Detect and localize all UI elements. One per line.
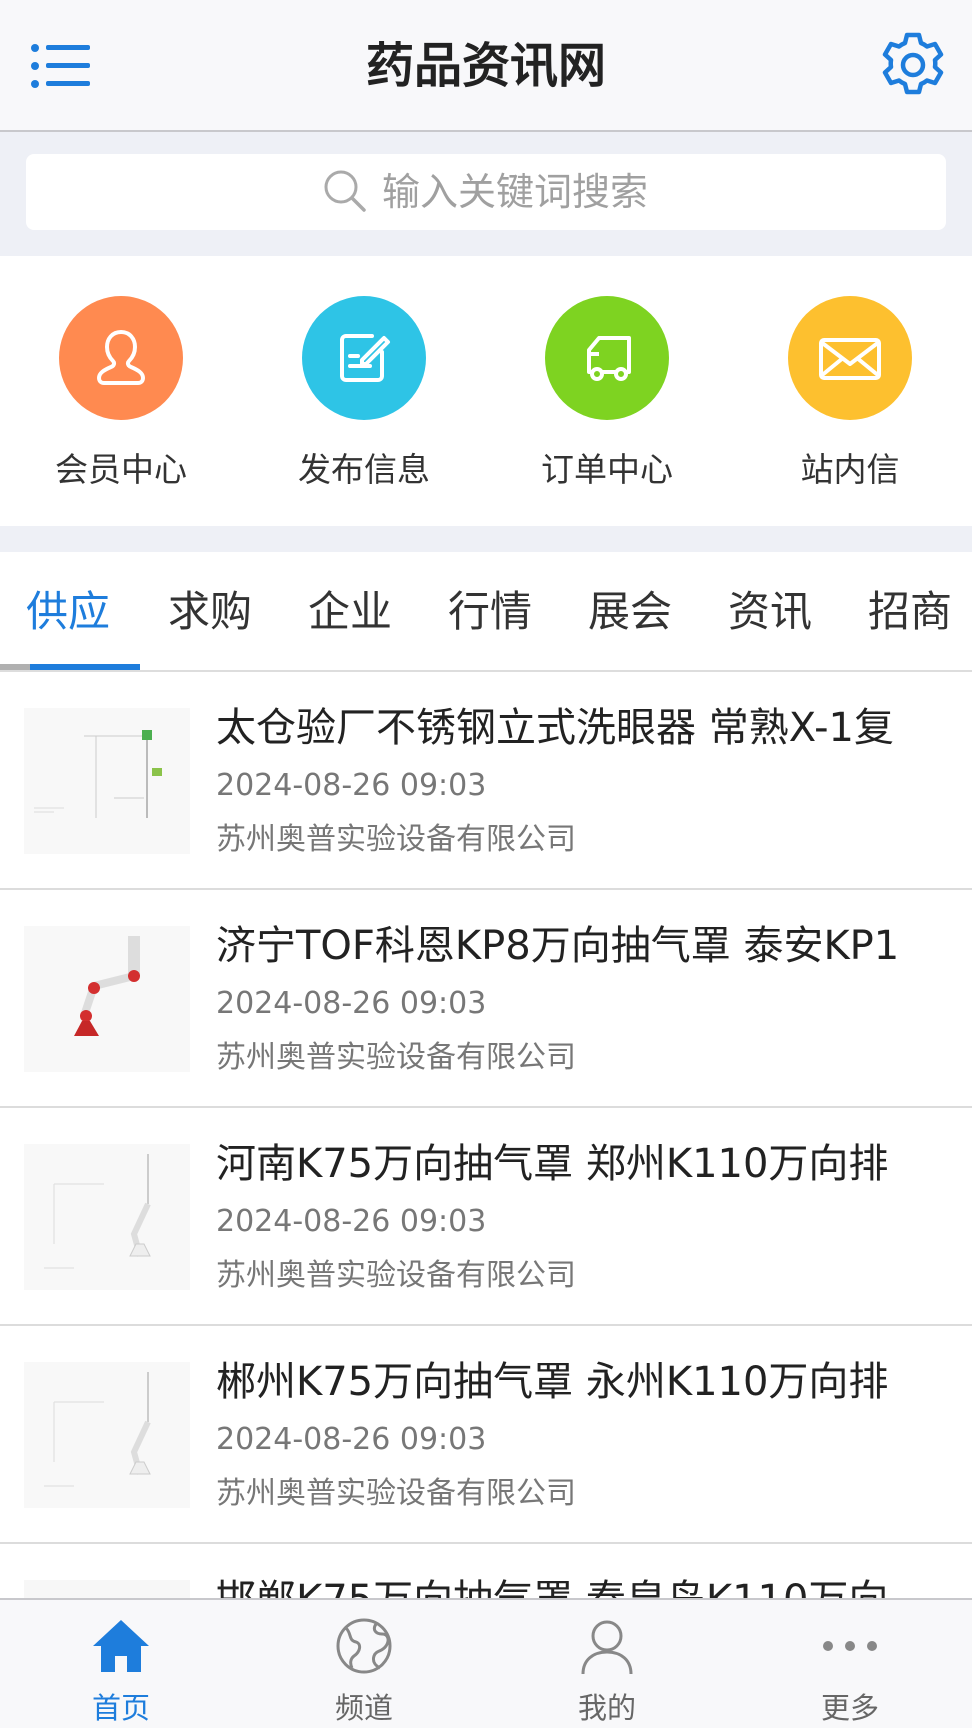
list-item-title: 太仓验厂不锈钢立式洗眼器 常熟X-1复 (216, 705, 895, 751)
quick-link-label: 站内信 (800, 450, 900, 489)
list-item-date: 2024-08-26 09:03 (216, 986, 487, 1021)
globe-icon (336, 1618, 392, 1674)
list-item-date: 2024-08-26 09:03 (216, 768, 487, 803)
nav-label: 首页 (91, 1691, 150, 1725)
category-tabs: 供应 求购 企业 行情 展会 资讯 招商 (0, 552, 972, 672)
nav-label: 更多 (820, 1691, 879, 1725)
user-outline-icon (581, 1620, 633, 1675)
product-thumbnail (24, 926, 190, 1072)
product-thumbnail (24, 708, 190, 854)
list-item[interactable]: 河南K75万向抽气罩 郑州K110万向排 2024-08-26 09:03 苏州… (0, 1108, 972, 1326)
gear-icon[interactable] (878, 30, 948, 100)
product-thumbnail (24, 1362, 190, 1508)
top-bar: 药品资讯网 (0, 0, 972, 132)
product-list: 太仓验厂不锈钢立式洗眼器 常熟X-1复 2024-08-26 09:03 苏州奥… (0, 672, 972, 1598)
edit-icon (302, 296, 426, 420)
quick-link-label: 会员中心 (55, 450, 187, 489)
tab-news[interactable]: 资讯 (728, 582, 812, 642)
tab-supply[interactable]: 供应 (26, 582, 110, 642)
tab-market[interactable]: 行情 (448, 582, 532, 642)
list-item[interactable]: 郴州K75万向抽气罩 永州K110万向排 2024-08-26 09:03 苏州… (0, 1326, 972, 1544)
list-item[interactable]: 济宁TOF科恩KP8万向抽气罩 泰安KP1 2024-08-26 09:03 苏… (0, 890, 972, 1108)
list-item-company: 苏州奥普实验设备有限公司 (216, 1258, 576, 1293)
list-item-title: 河南K75万向抽气罩 郑州K110万向排 (216, 1141, 889, 1187)
quick-link-order-center[interactable]: 订单中心 (517, 296, 697, 496)
list-item-company: 苏州奥普实验设备有限公司 (216, 822, 576, 857)
search-input[interactable] (382, 162, 882, 222)
tab-purchase[interactable]: 求购 (168, 582, 252, 642)
product-thumbnail (24, 1144, 190, 1290)
list-item-title: 郴州K75万向抽气罩 永州K110万向排 (216, 1359, 889, 1405)
mail-icon (788, 296, 912, 420)
nav-mine[interactable]: 我的 (537, 1614, 677, 1728)
quick-link-inbox[interactable]: 站内信 (760, 296, 940, 496)
tab-exhibition[interactable]: 展会 (588, 582, 672, 642)
list-item[interactable]: 太仓验厂不锈钢立式洗眼器 常熟X-1复 2024-08-26 09:03 苏州奥… (0, 672, 972, 890)
search-bar-area (0, 134, 972, 256)
user-icon (59, 296, 183, 420)
list-item-company: 苏州奥普实验设备有限公司 (216, 1040, 576, 1075)
tab-scroll-indicator (0, 664, 30, 670)
quick-link-label: 发布信息 (298, 450, 430, 489)
list-item-title: 邯郸K75万向抽气罩 秦皇岛K110万向 (216, 1572, 956, 1598)
list-item-company: 苏州奥普实验设备有限公司 (216, 1476, 576, 1511)
nav-channels[interactable]: 频道 (294, 1614, 434, 1728)
list-item-date: 2024-08-26 09:03 (216, 1204, 487, 1239)
quick-link-label: 订单中心 (541, 450, 673, 489)
list-item[interactable]: 邯郸K75万向抽气罩 秦皇岛K110万向 (0, 1544, 972, 1598)
list-item-title: 济宁TOF科恩KP8万向抽气罩 泰安KP1 (216, 923, 900, 969)
more-icon (823, 1641, 877, 1651)
search-box[interactable] (26, 154, 946, 230)
quick-link-member-center[interactable]: 会员中心 (31, 296, 211, 496)
truck-icon (545, 296, 669, 420)
home-icon (93, 1620, 149, 1672)
bottom-nav: 首页 频道 我的 更多 (0, 1598, 972, 1728)
nav-home[interactable]: 首页 (51, 1614, 191, 1728)
nav-label: 频道 (334, 1691, 393, 1725)
search-icon (322, 168, 368, 214)
page-title: 药品资讯网 (365, 38, 606, 94)
list-item-date: 2024-08-26 09:03 (216, 1422, 487, 1457)
tab-investment[interactable]: 招商 (868, 582, 952, 642)
nav-more[interactable]: 更多 (780, 1614, 920, 1728)
quick-links: 会员中心 发布信息 订单中心 站内信 (0, 256, 972, 526)
nav-label: 我的 (577, 1691, 636, 1725)
tab-company[interactable]: 企业 (308, 582, 392, 642)
product-thumbnail (24, 1580, 190, 1598)
quick-link-publish[interactable]: 发布信息 (274, 296, 454, 496)
